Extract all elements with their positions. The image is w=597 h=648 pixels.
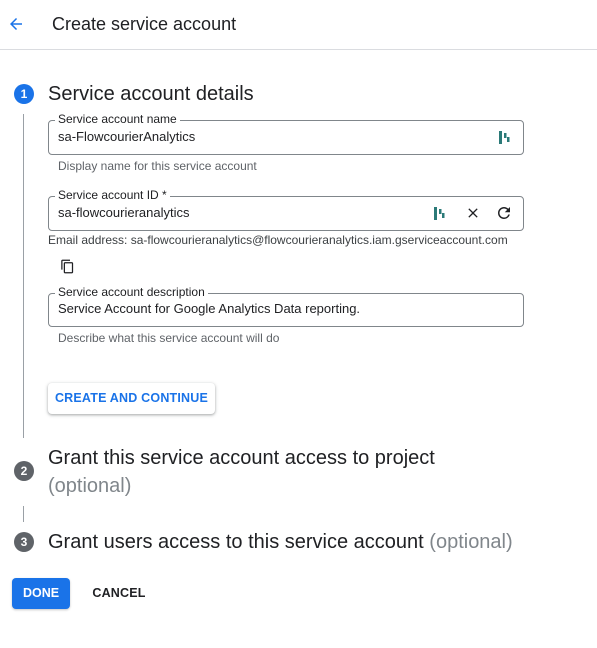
service-account-email: Email address: sa-flowcourieranalytics@f… [48, 233, 508, 247]
arrow-back-icon [10, 18, 22, 30]
password-manager-icon[interactable] [498, 130, 510, 145]
step-2-optional: (optional) [48, 475, 132, 497]
done-button[interactable]: DONE [12, 578, 70, 609]
service-account-name-field[interactable]: Service account name sa-FlowcourierAnaly… [48, 112, 524, 155]
step-1-connector [23, 114, 24, 438]
step-3-indicator: 3 [14, 532, 34, 552]
service-account-name-value: sa-FlowcourierAnalytics [58, 129, 196, 144]
cancel-button[interactable]: CANCEL [84, 578, 154, 609]
top-bar: Create service account [0, 0, 597, 50]
service-account-description-label: Service account description [55, 285, 208, 299]
service-account-name-hint: Display name for this service account [58, 159, 257, 173]
clear-icon[interactable] [465, 205, 481, 221]
service-account-name-label: Service account name [55, 112, 180, 126]
step-2-title[interactable]: Grant this service account access to pro… [48, 444, 435, 472]
step-3-title: Grant users access to this service accou… [48, 531, 424, 553]
step-2-indicator: 2 [14, 461, 34, 481]
copy-icon[interactable] [60, 259, 75, 274]
page-title: Create service account [52, 14, 237, 34]
service-account-id-label: Service account ID * [55, 188, 170, 202]
step-3-optional: (optional) [429, 531, 513, 553]
service-account-id-value: sa-flowcourieranalytics [58, 205, 190, 220]
create-and-continue-button[interactable]: CREATE AND CONTINUE [48, 383, 215, 414]
service-account-id-field[interactable]: Service account ID * sa-flowcourieranaly… [48, 188, 524, 231]
step-2-connector [23, 506, 24, 522]
step-3-title-row[interactable]: Grant users access to this service accou… [48, 528, 513, 556]
step-1-title: Service account details [48, 83, 254, 105]
step-1-indicator: 1 [14, 84, 34, 104]
password-manager-icon[interactable] [433, 206, 445, 221]
back-button[interactable] [4, 10, 30, 38]
service-account-description-value: Service Account for Google Analytics Dat… [58, 301, 361, 316]
service-account-description-field[interactable]: Service account description Service Acco… [48, 285, 524, 327]
refresh-icon[interactable] [495, 204, 513, 222]
service-account-description-hint: Describe what this service account will … [58, 331, 280, 345]
